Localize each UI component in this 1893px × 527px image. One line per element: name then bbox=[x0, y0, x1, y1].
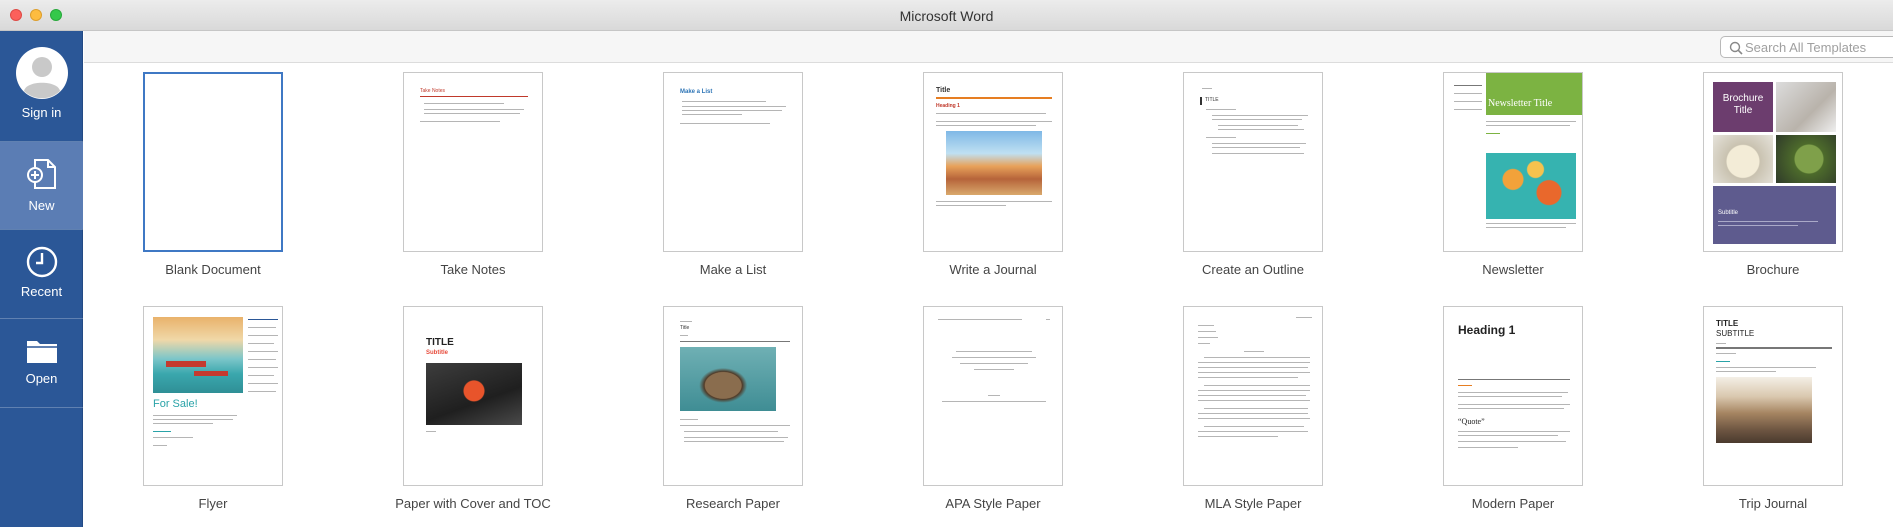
template-name: Newsletter bbox=[1482, 262, 1544, 277]
sidebar-divider bbox=[0, 407, 83, 408]
thumb-title: Newsletter Title bbox=[1488, 98, 1553, 109]
thumb-subtitle: Subtitle bbox=[426, 350, 448, 356]
thumb-title: TITLE bbox=[1716, 319, 1739, 328]
template-thumbnail[interactable]: TITLE SUBTITLE bbox=[1703, 306, 1843, 486]
thumb-quote: “Quote” bbox=[1458, 417, 1485, 426]
template-thumbnail[interactable]: Brochure Title Subtitle bbox=[1703, 72, 1843, 252]
toolbar bbox=[84, 31, 1893, 63]
newsletter-photo bbox=[1486, 153, 1576, 219]
template-thumbnail[interactable] bbox=[1183, 306, 1323, 486]
thumb-title: Brochure Title bbox=[1722, 93, 1764, 116]
template-name: Make a List bbox=[699, 262, 767, 277]
sidebar: Sign in New Recent Open bbox=[0, 31, 83, 527]
thumb-title: Title bbox=[680, 325, 690, 331]
template-thumbnail[interactable]: Newsletter Title bbox=[1443, 72, 1583, 252]
sidebar-item-sign-in[interactable]: Sign in bbox=[0, 47, 83, 135]
new-document-icon bbox=[26, 159, 56, 189]
thumb-title: For Sale! bbox=[153, 398, 198, 410]
search-input[interactable]: Search All Templates bbox=[1720, 36, 1893, 58]
thumb-heading: Heading 1 bbox=[936, 103, 960, 109]
template-name: Write a Journal bbox=[949, 262, 1037, 277]
template-gallery: Blank Document Take Notes Take Notes Mak… bbox=[84, 64, 1893, 527]
thumb-title: TITLE bbox=[426, 337, 454, 348]
sidebar-item-label: Open bbox=[25, 371, 58, 386]
title-bar: Microsoft Word bbox=[0, 0, 1893, 31]
thumb-subtitle: Subtitle bbox=[1718, 210, 1739, 216]
journal-photo bbox=[946, 131, 1042, 195]
sidebar-item-label: Recent bbox=[20, 284, 63, 299]
template-thumbnail[interactable]: For Sale! bbox=[143, 306, 283, 486]
thumb-title: Make a List bbox=[680, 89, 713, 95]
template-thumbnail[interactable] bbox=[143, 72, 283, 252]
template-thumbnail[interactable]: Title Heading 1 bbox=[923, 72, 1063, 252]
search-icon bbox=[1729, 41, 1743, 55]
template-name: Trip Journal bbox=[1738, 496, 1808, 511]
template-thumbnail[interactable]: Make a List bbox=[663, 72, 803, 252]
avatar-icon bbox=[15, 47, 68, 99]
sidebar-item-label: Sign in bbox=[21, 105, 62, 120]
thumb-title: TITLE bbox=[1205, 97, 1219, 103]
template-name: Modern Paper bbox=[1471, 496, 1555, 511]
cover-photo bbox=[426, 363, 522, 425]
flyer-photo bbox=[153, 317, 243, 393]
template-thumbnail[interactable]: Title bbox=[663, 306, 803, 486]
search-placeholder: Search All Templates bbox=[1745, 40, 1867, 55]
template-thumbnail[interactable]: TITLE bbox=[1183, 72, 1323, 252]
thumb-title: Heading 1 bbox=[1458, 323, 1516, 337]
sidebar-item-open[interactable]: Open bbox=[0, 319, 83, 407]
research-photo bbox=[680, 347, 776, 411]
thumb-title: Title bbox=[936, 87, 951, 94]
sidebar-item-new[interactable]: New bbox=[0, 142, 83, 229]
template-thumbnail[interactable]: Take Notes bbox=[403, 72, 543, 252]
clock-icon bbox=[26, 246, 57, 278]
template-thumbnail[interactable]: TITLE Subtitle bbox=[403, 306, 543, 486]
template-name: Take Notes bbox=[440, 262, 506, 277]
template-thumbnail[interactable] bbox=[923, 306, 1063, 486]
sidebar-item-label: New bbox=[28, 198, 55, 213]
thumb-title: Take Notes bbox=[420, 88, 446, 94]
trip-photo bbox=[1716, 377, 1812, 443]
template-name: Flyer bbox=[198, 496, 228, 511]
sidebar-item-recent[interactable]: Recent bbox=[0, 230, 83, 318]
template-name: Brochure bbox=[1746, 262, 1800, 277]
template-name: Blank Document bbox=[165, 262, 261, 277]
template-name: MLA Style Paper bbox=[1204, 496, 1302, 511]
template-name: Paper with Cover and TOC bbox=[395, 496, 551, 511]
brochure-photo-3 bbox=[1776, 135, 1836, 183]
window-title: Microsoft Word bbox=[899, 8, 994, 24]
template-name: Research Paper bbox=[686, 496, 780, 511]
brochure-photo-2 bbox=[1713, 135, 1773, 183]
folder-icon bbox=[26, 341, 57, 363]
thumb-subtitle: SUBTITLE bbox=[1716, 329, 1755, 338]
template-thumbnail[interactable]: Heading 1 “Quote” bbox=[1443, 306, 1583, 486]
brochure-photo-1 bbox=[1776, 82, 1836, 132]
template-name: Create an Outline bbox=[1202, 262, 1304, 277]
template-name: APA Style Paper bbox=[945, 496, 1041, 511]
